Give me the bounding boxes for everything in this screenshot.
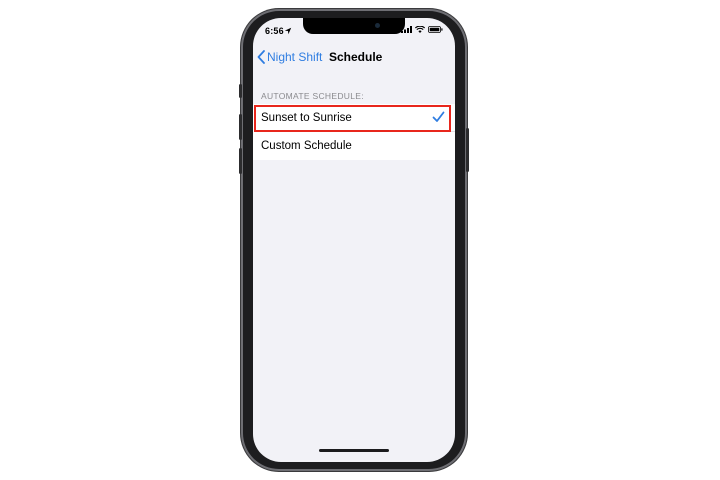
status-icons [401, 26, 443, 33]
back-button-label: Night Shift [267, 50, 323, 64]
page-title: Schedule [329, 50, 383, 64]
phone-screen: 6:56 Night Shift Schedule AUTOMATE SCHED… [253, 18, 455, 462]
section-header: AUTOMATE SCHEDULE: [261, 91, 364, 101]
home-indicator[interactable] [319, 449, 389, 452]
volume-down-button [239, 148, 242, 174]
option-custom-schedule[interactable]: Custom Schedule [253, 132, 455, 160]
silent-switch [239, 84, 242, 98]
cellular-signal-icon [401, 26, 412, 33]
option-sunset-to-sunrise[interactable]: Sunset to Sunrise [253, 104, 455, 132]
back-button[interactable]: Night Shift [257, 46, 322, 68]
navigation-bar: Night Shift Schedule [253, 44, 455, 70]
schedule-options-list: Sunset to Sunrise Custom Schedule [253, 104, 455, 160]
battery-icon [428, 26, 443, 33]
checkmark-icon [432, 111, 445, 122]
status-time: 6:56 [265, 26, 284, 36]
volume-up-button [239, 114, 242, 140]
stage: 6:56 Night Shift Schedule AUTOMATE SCHED… [0, 0, 720, 480]
location-arrow-icon [284, 27, 292, 35]
wifi-icon [415, 26, 425, 33]
power-button [466, 128, 469, 172]
option-label: Custom Schedule [261, 140, 352, 152]
chevron-left-icon [257, 50, 265, 64]
option-label: Sunset to Sunrise [261, 112, 352, 124]
status-bar: 6:56 [253, 18, 455, 42]
